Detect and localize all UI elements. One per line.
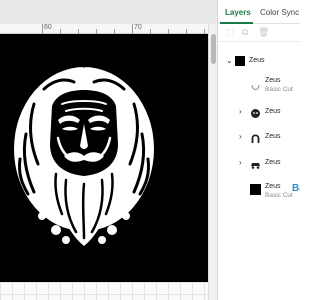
zeus-artwork[interactable] [0, 34, 208, 282]
canvas-grid [0, 282, 208, 300]
tab-color-sync[interactable]: Color Sync [260, 8, 299, 17]
car-shape-icon [250, 157, 261, 169]
arc-shape-icon [250, 80, 261, 91]
layer-item[interactable]: › Zeus [218, 157, 300, 169]
scrollbar-thumb[interactable] [211, 34, 216, 64]
black-square-icon [250, 184, 261, 195]
layer-item-type: Basic Cut [265, 192, 293, 199]
ruler-label-60: 60 [44, 24, 52, 31]
layer-item-label: Zeus [265, 133, 281, 140]
group-thumbnail [235, 56, 245, 66]
layer-group-label: Zeus [249, 57, 265, 64]
chevron-right-icon[interactable]: › [239, 159, 242, 167]
layer-item-type: Basic Cut [265, 86, 293, 93]
group-icon[interactable]: ⬚ [226, 28, 235, 37]
ruler-label-70: 70 [134, 24, 142, 31]
layer-item[interactable]: Zeus Basic Cut Ba [218, 182, 300, 202]
layer-item[interactable]: Zeus Basic Cut [218, 76, 300, 96]
face-shape-icon [250, 106, 261, 118]
tab-layers[interactable]: Layers [225, 8, 251, 17]
layer-group-zeus[interactable]: ⌄ Zeus [218, 54, 300, 68]
canvas-vertical-scrollbar[interactable] [208, 24, 217, 300]
panel-tabs: Layers Color Sync [218, 0, 300, 24]
layer-item[interactable]: › Zeus [218, 131, 300, 143]
layer-item-label: Zeus [265, 108, 281, 115]
chevron-down-icon[interactable]: ⌄ [226, 57, 233, 65]
horseshoe-shape-icon [250, 131, 261, 143]
layer-item-label: Zeus [265, 159, 281, 166]
chevron-right-icon[interactable]: › [239, 108, 242, 116]
chevron-right-icon[interactable]: › [239, 133, 242, 141]
delete-icon[interactable]: 🗑 [258, 28, 269, 37]
layers-panel: Layers Color Sync ⬚ ⧉ 🗑 ⌄ Zeus Zeus Basi… [217, 0, 300, 300]
layers-toolbar: ⬚ ⧉ 🗑 [218, 24, 300, 42]
horizontal-ruler: 60 70 [0, 24, 208, 34]
design-canvas[interactable]: 60 70 [0, 0, 217, 300]
ungroup-icon[interactable]: ⧉ [242, 28, 248, 37]
overlay-edge-text: Ba [292, 183, 300, 194]
layer-item-label: Zeus [265, 77, 281, 84]
layer-item[interactable]: › Zeus [218, 106, 300, 118]
layer-item-label: Zeus [265, 183, 281, 190]
